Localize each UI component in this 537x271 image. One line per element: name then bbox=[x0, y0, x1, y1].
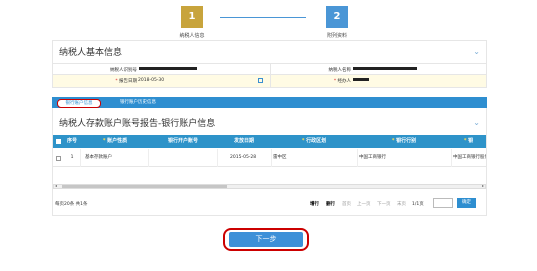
agent-label: * 经办人 bbox=[333, 79, 351, 84]
per-page-info: 每页20条 共1条 bbox=[55, 202, 88, 207]
step-1-label: 纳税人信息 bbox=[179, 33, 205, 39]
delete-row-link[interactable]: 删行 bbox=[326, 201, 335, 207]
agent-input[interactable] bbox=[352, 78, 369, 83]
add-row-link[interactable]: 增行 bbox=[310, 201, 319, 207]
col-date: 发放日期 bbox=[233, 138, 254, 144]
cell-branch[interactable]: 中国工商银行股份 bbox=[453, 149, 486, 167]
select-all-checkbox[interactable] bbox=[56, 139, 61, 144]
taxpayer-name-label: 纳税人名称 bbox=[328, 68, 352, 73]
taxpayer-name-value bbox=[352, 67, 417, 72]
report-title: 纳税人存款账户账号报告-银行账户信息 bbox=[59, 119, 216, 129]
scroll-right-arrow-icon[interactable]: ▸ bbox=[482, 183, 484, 188]
next-step-button[interactable]: 下一步 bbox=[229, 232, 303, 247]
taxpayer-id-value bbox=[138, 67, 197, 72]
basic-info-panel: 纳税人基本信息 ⌄ 纳税人识别号 纳税人名称 * 报告日期 2018-05-30… bbox=[52, 40, 487, 88]
cell-seq: 1 bbox=[70, 155, 74, 160]
next-page-link[interactable]: 下一页 bbox=[377, 201, 391, 207]
cell-region[interactable]: 雷中区 bbox=[273, 149, 357, 167]
page-jump-input[interactable] bbox=[433, 198, 453, 208]
table-header: 序号 * 账户性质 银行开户账号 发放日期 * 行政区划 * 银行行别 * 银 bbox=[53, 135, 486, 148]
tab-bank-account-history[interactable]: 银行账户历史信息 bbox=[120, 99, 156, 106]
scrollbar-thumb[interactable] bbox=[62, 185, 227, 188]
step-connector bbox=[220, 17, 306, 18]
taxpayer-id-label: 纳税人识别号 bbox=[110, 68, 137, 73]
tabs-bar: 银行账户信息 银行账户历史信息 bbox=[52, 97, 487, 108]
field-row-2: * 报告日期 2018-05-30 * 经办人 bbox=[53, 75, 486, 87]
page-info: 1/1页 bbox=[412, 202, 424, 207]
report-panel: 纳税人存款账户账号报告-银行账户信息 ⌄ 序号 * 账户性质 银行开户账号 发放… bbox=[52, 108, 487, 216]
col-branch: * 银 bbox=[463, 138, 474, 144]
col-seq: 序号 bbox=[66, 138, 77, 144]
report-date-input[interactable]: 2018-05-30 bbox=[138, 78, 164, 83]
col-account: 银行开户账号 bbox=[167, 138, 198, 144]
cell-bank[interactable]: 中国工商银行 bbox=[359, 149, 451, 167]
scroll-left-arrow-icon[interactable]: ◂ bbox=[55, 183, 57, 188]
prev-page-link[interactable]: 上一页 bbox=[357, 201, 371, 207]
cell-date[interactable]: 2015-05-28 bbox=[230, 149, 271, 167]
col-nature: * 账户性质 bbox=[102, 138, 128, 144]
col-region: * 行政区划 bbox=[301, 138, 327, 144]
cell-nature[interactable]: 基本存款账户 bbox=[85, 149, 147, 167]
confirm-page-button[interactable]: 确定 bbox=[457, 198, 476, 208]
basic-info-title: 纳税人基本信息 bbox=[59, 48, 123, 58]
horizontal-scrollbar[interactable]: ◂ ▸ bbox=[53, 183, 486, 189]
row-checkbox[interactable] bbox=[56, 156, 61, 161]
last-page-link[interactable]: 末页 bbox=[397, 201, 406, 207]
cell-account[interactable] bbox=[149, 149, 217, 167]
collapse-chevron-icon[interactable]: ⌄ bbox=[473, 47, 480, 56]
step-1-box: 1 bbox=[181, 6, 203, 28]
table-row[interactable]: 1 基本存款账户 2015-05-28 雷中区 中国工商银行 中国工商银行股份 bbox=[53, 149, 486, 167]
first-page-link[interactable]: 首页 bbox=[342, 201, 351, 207]
report-collapse-chevron-icon[interactable]: ⌄ bbox=[473, 118, 480, 127]
step-2-box: 2 bbox=[326, 6, 348, 28]
calendar-icon[interactable] bbox=[258, 78, 263, 83]
tab-bank-account-info[interactable]: 银行账户信息 bbox=[57, 99, 101, 108]
report-date-label: * 报告日期 bbox=[115, 79, 137, 84]
field-row-1: 纳税人识别号 纳税人名称 bbox=[53, 63, 486, 75]
step-2-label: 附列资料 bbox=[326, 33, 347, 39]
col-bank: * 银行行别 bbox=[391, 138, 417, 144]
